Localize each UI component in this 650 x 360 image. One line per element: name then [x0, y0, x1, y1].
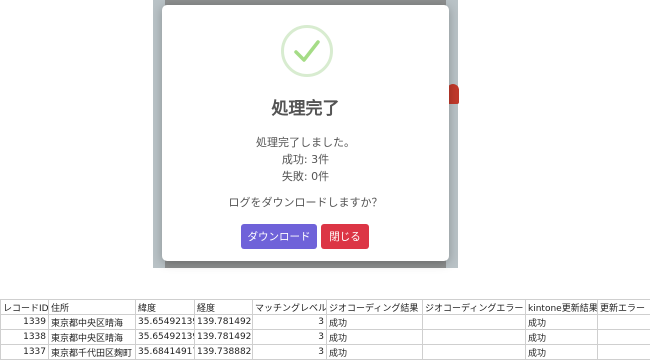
address-cell[interactable]: 東京都千代田区麹町	[49, 345, 136, 360]
kintone-update-result-cell[interactable]: 成功	[526, 345, 598, 360]
matching-level-cell[interactable]: 3	[253, 330, 327, 345]
table-row: 1338 東京都中央区晴海 35.65492139 139.7814922 3 …	[1, 330, 650, 345]
kintone-update-result-cell[interactable]: 成功	[526, 330, 598, 345]
record-id-cell[interactable]: 1337	[1, 345, 49, 360]
geocoding-result-cell[interactable]: 成功	[327, 330, 423, 345]
geocoding-result-cell[interactable]: 成功	[327, 345, 423, 360]
column-header[interactable]: ジオコーディング結果	[327, 300, 423, 315]
matching-level-cell[interactable]: 3	[253, 345, 327, 360]
column-header[interactable]: 緯度	[136, 300, 195, 315]
dialog-question: ログをダウンロードしますか？	[162, 194, 449, 210]
update-error-cell[interactable]	[598, 315, 650, 330]
column-header[interactable]: 更新エラー	[598, 300, 650, 315]
download-button[interactable]: ダウンロード	[241, 224, 317, 249]
geocoding-error-cell[interactable]	[423, 345, 526, 360]
check-icon	[281, 25, 333, 77]
column-header[interactable]: マッチングレベル	[253, 300, 327, 315]
results-table: レコードID 住所 緯度 経度 マッチングレベル ジオコーディング結果 ジオコー…	[0, 299, 650, 360]
update-error-cell[interactable]	[598, 330, 650, 345]
dialog-message-line1: 処理完了しました。	[162, 134, 449, 150]
dialog-success-count: 成功: 3件	[162, 151, 449, 167]
longitude-cell[interactable]: 139.7388828	[195, 345, 253, 360]
latitude-cell[interactable]: 35.65492139	[136, 330, 195, 345]
longitude-cell[interactable]: 139.7814922	[195, 315, 253, 330]
geocoding-error-cell[interactable]	[423, 315, 526, 330]
address-cell[interactable]: 東京都中央区晴海	[49, 330, 136, 345]
record-id-cell[interactable]: 1338	[1, 330, 49, 345]
completion-dialog: 処理完了 処理完了しました。 成功: 3件 失敗: 0件 ログをダウンロードしま…	[162, 5, 449, 261]
table-row: 1337 東京都千代田区麹町 35.68414917 139.7388828 3…	[1, 345, 650, 360]
column-header[interactable]: ジオコーディングエラー	[423, 300, 526, 315]
table-header-row: レコードID 住所 緯度 経度 マッチングレベル ジオコーディング結果 ジオコー…	[1, 300, 650, 315]
update-error-cell[interactable]	[598, 345, 650, 360]
address-cell[interactable]: 東京都中央区晴海	[49, 315, 136, 330]
column-header[interactable]: kintone更新結果	[526, 300, 598, 315]
dialog-title: 処理完了	[162, 94, 449, 119]
record-id-cell[interactable]: 1339	[1, 315, 49, 330]
latitude-cell[interactable]: 35.65492139	[136, 315, 195, 330]
geocoding-error-cell[interactable]	[423, 330, 526, 345]
longitude-cell[interactable]: 139.7814922	[195, 330, 253, 345]
close-button[interactable]: 閉じる	[321, 224, 369, 249]
latitude-cell[interactable]: 35.68414917	[136, 345, 195, 360]
matching-level-cell[interactable]: 3	[253, 315, 327, 330]
dialog-failure-count: 失敗: 0件	[162, 168, 449, 184]
column-header[interactable]: 住所	[49, 300, 136, 315]
column-header[interactable]: 経度	[195, 300, 253, 315]
check-icon-glyph	[284, 28, 330, 74]
table-row: 1339 東京都中央区晴海 35.65492139 139.7814922 3 …	[1, 315, 650, 330]
geocoding-result-cell[interactable]: 成功	[327, 315, 423, 330]
column-header[interactable]: レコードID	[1, 300, 49, 315]
kintone-update-result-cell[interactable]: 成功	[526, 315, 598, 330]
